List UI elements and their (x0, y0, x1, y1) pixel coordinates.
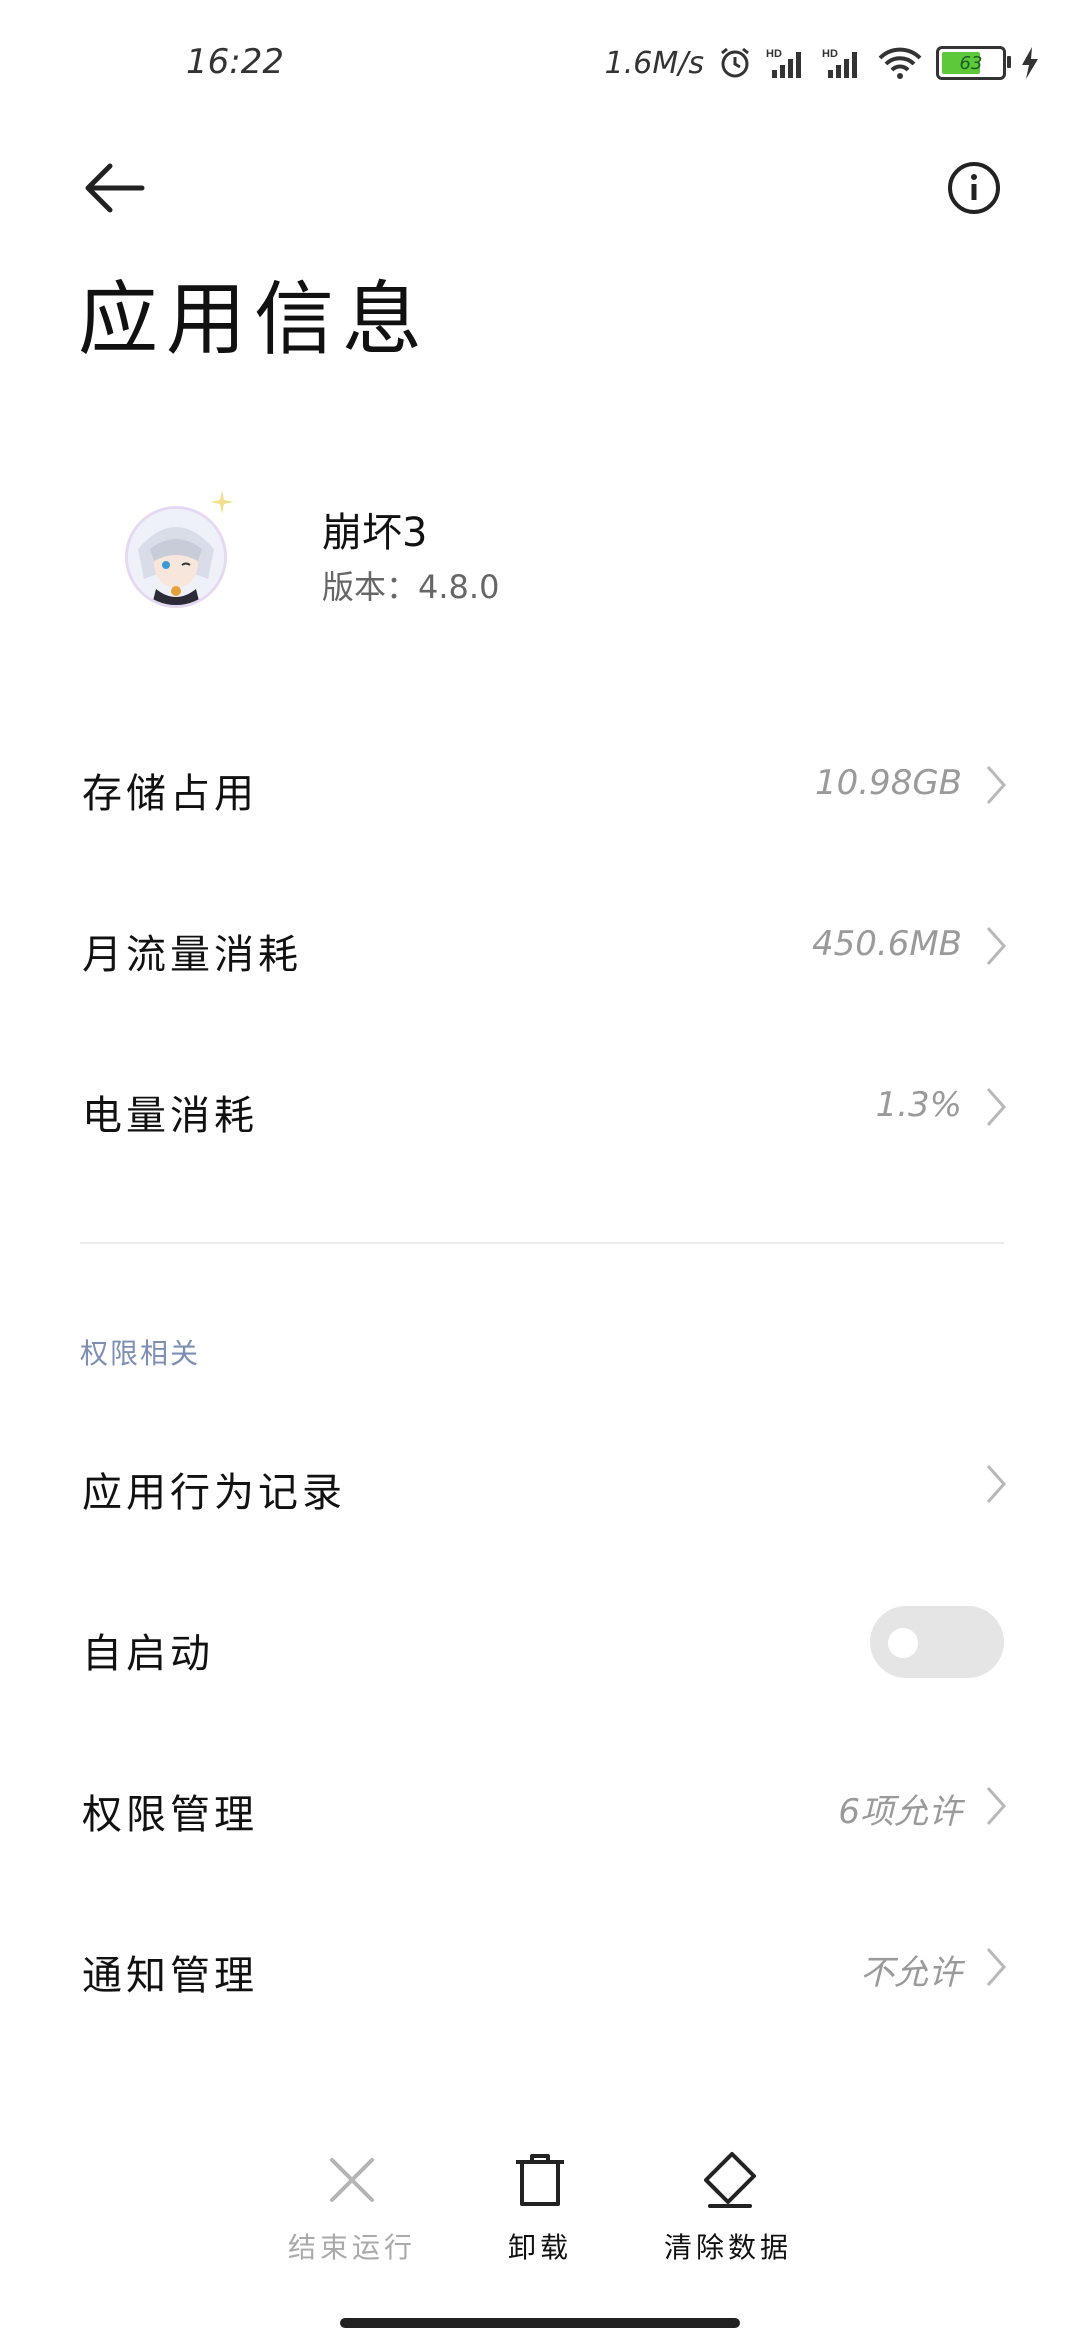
battery-icon: 63 (936, 46, 1011, 80)
stop-button-label: 结束运行 (287, 2231, 416, 2264)
app-version: 版本：4.8.0 (322, 568, 500, 606)
row-label: 通知管理 (82, 1953, 258, 1999)
alarm-clock-icon (718, 46, 752, 80)
info-circle-icon[interactable] (928, 142, 1020, 234)
row-data-usage[interactable]: 月流量消耗 450.6MB (0, 882, 1080, 1002)
app-icon (125, 506, 227, 608)
scroll-fade (0, 2080, 1080, 2110)
row-label: 自启动 (82, 1631, 214, 1677)
chevron-right-icon (984, 763, 1008, 807)
page-title: 应用信息 (78, 273, 430, 366)
app-header: 崩坏3 版本：4.8.0 (0, 470, 1080, 670)
home-indicator[interactable] (340, 2318, 740, 2328)
row-value: 1.3% (875, 1085, 962, 1125)
chevron-right-icon (984, 1945, 1008, 1989)
sparkle-icon (210, 490, 234, 514)
close-x-icon (252, 2148, 452, 2212)
row-value: 6项允许 (838, 1792, 962, 1832)
status-bar: 16:22 1.6M/s HD HD 63 (0, 0, 1080, 130)
row-autostart: 自启动 (0, 1581, 1080, 1701)
row-battery-usage[interactable]: 电量消耗 1.3% (0, 1043, 1080, 1163)
uninstall-button-label: 卸载 (507, 2231, 572, 2264)
eraser-icon (628, 2148, 828, 2212)
row-label: 月流量消耗 (82, 932, 302, 978)
top-bar (0, 130, 1080, 250)
section-title-permissions: 权限相关 (80, 1337, 201, 1370)
row-permission-management[interactable]: 权限管理 6项允许 (0, 1742, 1080, 1862)
svg-text:HD: HD (822, 48, 838, 60)
trash-icon (440, 2148, 640, 2212)
autostart-toggle[interactable] (870, 1606, 1004, 1678)
chevron-right-icon (984, 1784, 1008, 1828)
row-storage[interactable]: 存储占用 10.98GB (0, 721, 1080, 841)
svg-text:HD: HD (766, 48, 782, 60)
divider (80, 1242, 1004, 1244)
row-label: 应用行为记录 (82, 1470, 346, 1516)
stop-button[interactable]: 结束运行 (252, 2148, 452, 2266)
arrow-left-icon[interactable] (78, 148, 158, 228)
app-name: 崩坏3 (322, 510, 428, 556)
hd-signal-icon: HD (766, 46, 808, 80)
battery-level: 63 (959, 52, 983, 74)
chevron-right-icon (984, 924, 1008, 968)
hd-signal-icon: HD (822, 46, 864, 80)
row-notification-management[interactable]: 通知管理 不允许 (0, 1903, 1080, 2023)
row-value: 450.6MB (812, 924, 962, 964)
row-label: 存储占用 (82, 771, 258, 817)
row-label: 权限管理 (82, 1792, 258, 1838)
uninstall-button[interactable]: 卸载 (440, 2148, 640, 2266)
chevron-right-icon (984, 1462, 1008, 1506)
lightning-icon (1020, 47, 1040, 79)
row-value: 不允许 (860, 1953, 962, 1993)
bottom-action-bar: 结束运行 卸载 清除数据 (0, 2110, 1080, 2340)
wifi-icon (878, 46, 922, 80)
row-label: 电量消耗 (82, 1093, 258, 1139)
chevron-right-icon (984, 1085, 1008, 1129)
net-speed: 1.6M/s (604, 45, 704, 81)
status-time: 16:22 (186, 42, 284, 82)
row-value: 10.98GB (814, 763, 962, 803)
status-icons: 1.6M/s HD HD 63 (605, 38, 1040, 88)
clear-data-button-label: 清除数据 (663, 2231, 792, 2264)
row-app-behavior-log[interactable]: 应用行为记录 (0, 1420, 1080, 1540)
clear-data-button[interactable]: 清除数据 (628, 2148, 828, 2266)
